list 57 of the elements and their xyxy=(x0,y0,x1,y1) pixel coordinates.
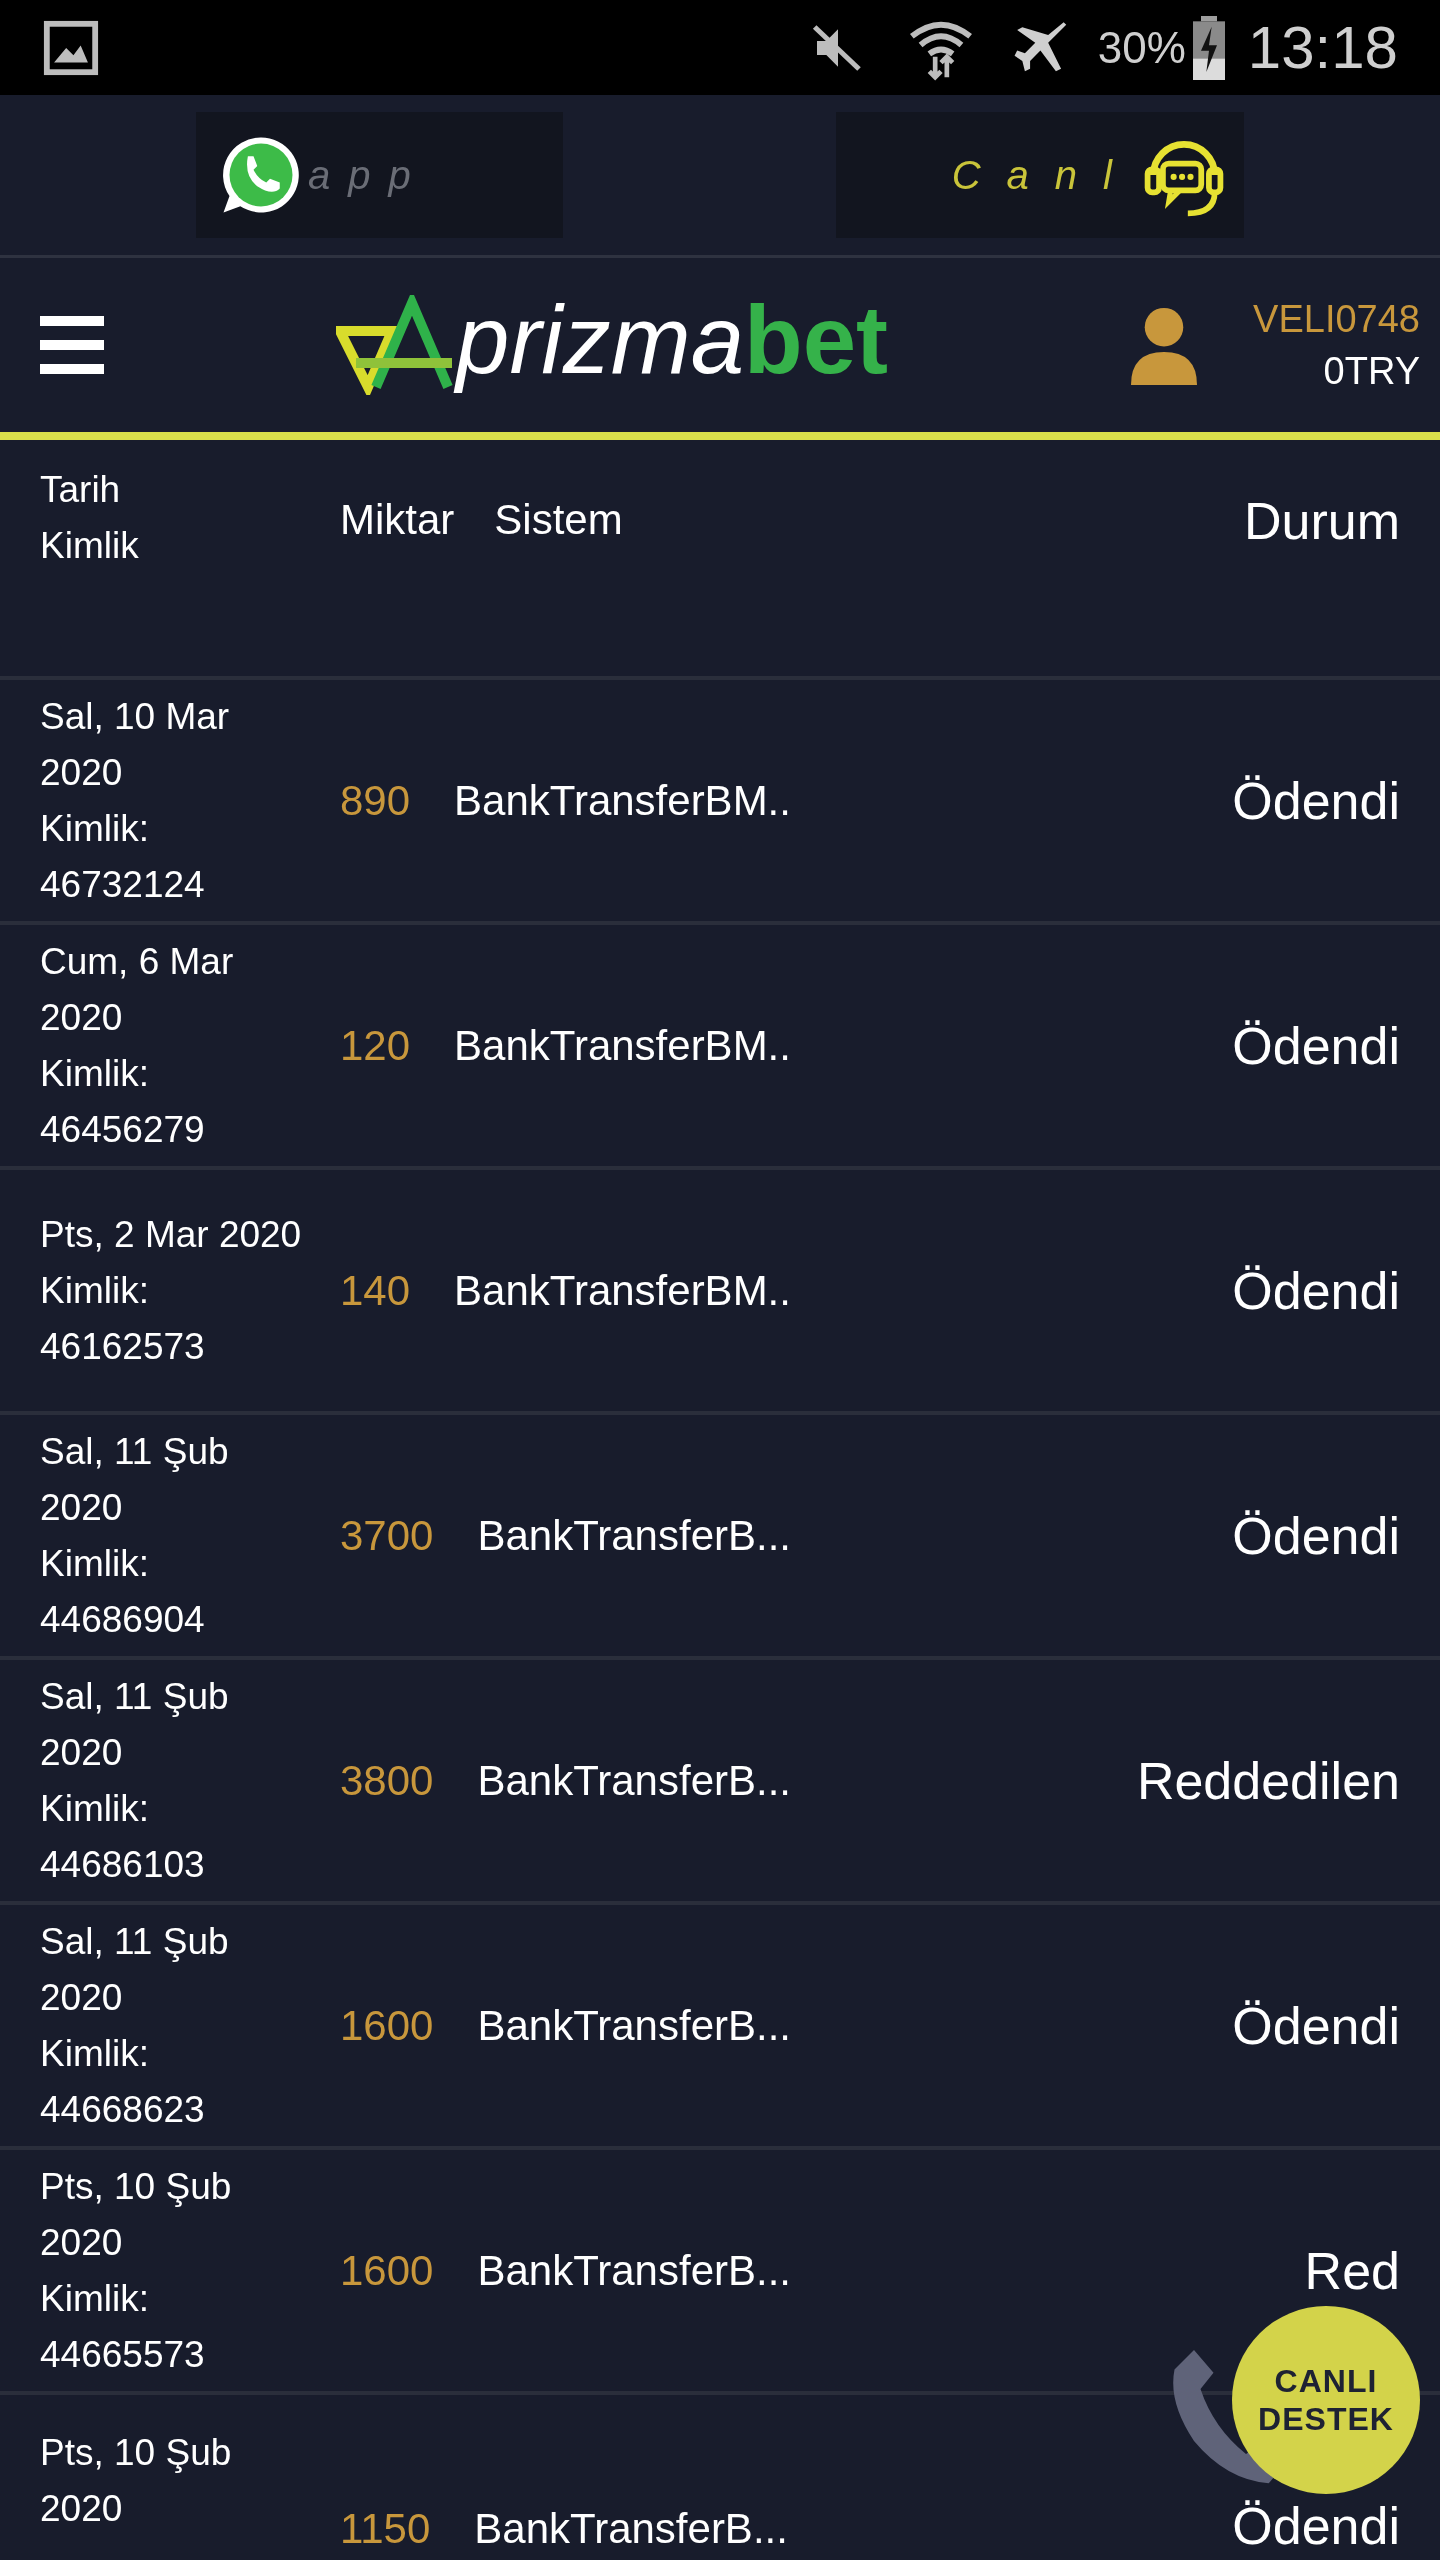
amount-text: 120 xyxy=(340,1021,411,1070)
transaction-id-text: Kimlik: 44665573 xyxy=(40,2276,206,2377)
whatsapp-label: app xyxy=(308,152,429,199)
menu-button[interactable] xyxy=(40,314,104,376)
logo[interactable]: prizmabet xyxy=(336,290,905,400)
live-chat-button[interactable]: Canl xyxy=(836,112,1244,238)
date-text: Pts, 10 Şub 2020 xyxy=(40,2164,233,2265)
transaction-id-text: Kimlik: 46162573 xyxy=(40,1268,206,1369)
username: VELI0748 xyxy=(1253,297,1420,342)
live-support-badge[interactable]: CANLI DESTEK xyxy=(1232,2306,1420,2494)
transaction-id-text: Kimlik: 44686103 xyxy=(40,1786,206,1887)
balance: 0TRY xyxy=(1323,349,1420,394)
system-column-header: Sistem xyxy=(494,495,623,545)
amount-column-header: Miktar xyxy=(340,495,455,545)
payment-system-text: BankTransferBM.. xyxy=(454,1021,791,1070)
user-icon xyxy=(1131,305,1198,385)
amount-text: 1600 xyxy=(340,2001,434,2050)
amount-text: 3800 xyxy=(340,1756,434,1805)
payment-system-text: BankTransferB... xyxy=(474,2505,788,2553)
whatsapp-button[interactable]: app xyxy=(196,112,563,238)
amount-text: 140 xyxy=(340,1266,411,1315)
status-text: Ödendi xyxy=(1232,1016,1400,1075)
payment-system-text: BankTransferB... xyxy=(477,1756,791,1805)
amount-text: 890 xyxy=(340,776,411,825)
date-text: Sal, 11 Şub 2020 xyxy=(40,1674,230,1775)
payment-system-text: BankTransferB... xyxy=(477,2001,791,2050)
status-text: Reddedilen xyxy=(1136,1751,1400,1810)
transaction-id-text: Kimlik: 44668623 xyxy=(40,2031,206,2132)
status-text: Red xyxy=(1304,2241,1400,2300)
status-text: Ödendi xyxy=(1232,2497,1400,2555)
date-text: Pts, 2 Mar 2020 xyxy=(40,1212,303,1257)
date-text: Sal, 11 Şub 2020 xyxy=(40,1429,230,1530)
date-text: Pts, 10 Şub 2020 xyxy=(40,2431,233,2531)
transaction-id-text: Kimlik: 44686904 xyxy=(40,1541,206,1642)
status-text: Ödendi xyxy=(1232,1261,1400,1320)
status-column-header: Durum xyxy=(1243,491,1400,552)
date-text: Sal, 10 Mar 2020 xyxy=(40,694,231,795)
transaction-id-text: Kimlik: 46456279 xyxy=(40,1051,206,1152)
status-text: Ödendi xyxy=(1232,771,1400,830)
clock-time: 13:18 xyxy=(1247,12,1398,83)
payment-system-text: BankTransferB... xyxy=(477,1511,791,1560)
amount-text: 3700 xyxy=(340,1511,434,1560)
payment-system-text: BankTransferBM.. xyxy=(454,776,791,825)
battery-percentage: 30% xyxy=(1097,21,1186,74)
date-text: Sal, 11 Şub 2020 xyxy=(40,1919,230,2020)
payment-system-text: BankTransferBM.. xyxy=(454,1266,791,1315)
battery-charging-icon xyxy=(1191,15,1226,80)
payment-system-text: BankTransferB... xyxy=(477,2246,791,2295)
transaction-id-text: Kimlik: 46732124 xyxy=(40,806,206,907)
status-text: Ödendi xyxy=(1232,1506,1400,1565)
amount-text: 1150 xyxy=(340,2505,431,2553)
date-id-column-header: Tarih Kimlik xyxy=(40,468,140,568)
amount-text: 1600 xyxy=(340,2246,434,2295)
live-chat-label: Canl xyxy=(951,152,1138,199)
status-text: Ödendi xyxy=(1232,1996,1400,2055)
date-text: Cum, 6 Mar 2020 xyxy=(40,939,235,1040)
image-icon xyxy=(42,18,100,77)
